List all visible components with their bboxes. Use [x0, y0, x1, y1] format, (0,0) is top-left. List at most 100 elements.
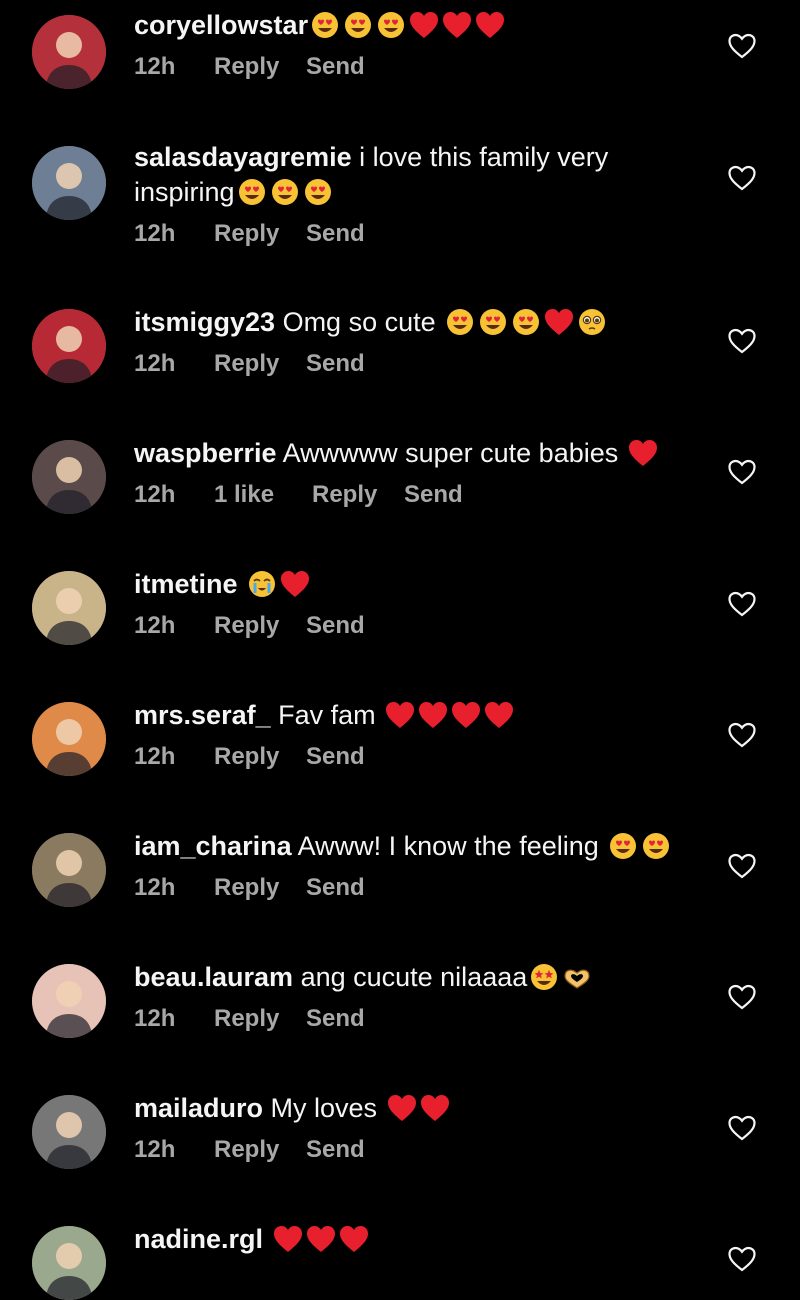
reply-button[interactable]: Reply — [214, 1005, 306, 1033]
username-link[interactable]: itsmiggy23 — [134, 307, 275, 337]
send-button[interactable]: Send — [306, 874, 365, 902]
comment-content: mailaduro My loves 12h Reply Send — [134, 1091, 714, 1164]
comment-meta: 12h Reply Send — [134, 612, 714, 640]
send-button[interactable]: Send — [404, 481, 463, 509]
comment-meta: 12h Reply Send — [134, 1005, 714, 1033]
send-button[interactable]: Send — [306, 1005, 365, 1033]
username-link[interactable]: itmetine — [134, 569, 238, 599]
avatar[interactable] — [32, 440, 106, 514]
like-heart-icon[interactable] — [726, 720, 758, 750]
comment-content: waspberrie Awwwww super cute babies 12h 1… — [134, 436, 714, 509]
comment-content: salasdayagremie i love this family very i… — [134, 140, 714, 248]
username-link[interactable]: beau.lauram — [134, 962, 293, 992]
reply-button[interactable]: Reply — [214, 1136, 306, 1164]
avatar[interactable] — [32, 1226, 106, 1300]
like-heart-icon[interactable] — [726, 851, 758, 881]
comment-text: Awww! I know the feeling — [291, 831, 607, 861]
username-link[interactable]: mailaduro — [134, 1093, 263, 1123]
send-button[interactable]: Send — [306, 220, 365, 248]
comment-content: itmetine 12h Reply Send — [134, 567, 714, 640]
avatar[interactable] — [32, 15, 106, 89]
red-heart-emoji-icon — [384, 700, 416, 730]
avatar[interactable] — [32, 702, 106, 776]
heart-eyes-emoji-icon — [640, 831, 672, 861]
timestamp: 12h — [134, 220, 176, 247]
comment-text — [238, 569, 246, 599]
timestamp: 12h — [134, 1005, 176, 1032]
avatar[interactable] — [32, 146, 106, 220]
comment-meta: 12h Reply Send — [134, 1136, 714, 1164]
heart-eyes-emoji-icon — [309, 10, 341, 40]
reply-button[interactable]: Reply — [214, 220, 306, 248]
red-heart-emoji-icon — [305, 1224, 337, 1254]
avatar[interactable] — [32, 309, 106, 383]
reply-button[interactable]: Reply — [214, 874, 306, 902]
reply-button[interactable]: Reply — [214, 350, 306, 378]
like-heart-icon[interactable] — [726, 457, 758, 487]
comment-text: Awwwww super cute babies — [276, 438, 626, 468]
send-button[interactable]: Send — [306, 743, 365, 771]
like-heart-icon[interactable] — [726, 326, 758, 356]
username-link[interactable]: iam_charina — [134, 831, 292, 861]
comment-text-line: beau.lauram ang cucute nilaaaa — [134, 960, 714, 995]
heart-eyes-emoji-icon — [477, 307, 509, 337]
avatar[interactable] — [32, 1095, 106, 1169]
like-heart-icon[interactable] — [726, 589, 758, 619]
heart-hands-emoji-icon — [561, 962, 593, 992]
like-heart-icon[interactable] — [726, 31, 758, 61]
avatar[interactable] — [32, 964, 106, 1038]
username-link[interactable]: mrs.seraf_ — [134, 700, 271, 730]
like-count[interactable]: 1 like — [214, 481, 312, 509]
red-heart-emoji-icon — [272, 1224, 304, 1254]
timestamp: 12h — [134, 53, 176, 80]
send-button[interactable]: Send — [306, 1136, 365, 1164]
reply-button[interactable]: Reply — [214, 743, 306, 771]
comment-content: coryellowstar 12h Reply Send — [134, 8, 714, 81]
comment-text — [263, 1224, 271, 1254]
timestamp: 12h — [134, 743, 176, 770]
comment-text-line: iam_charina Awww! I know the feeling — [134, 829, 714, 864]
comment-text-line: mrs.seraf_ Fav fam — [134, 698, 714, 733]
red-heart-emoji-icon — [441, 10, 473, 40]
heart-eyes-emoji-icon — [236, 177, 268, 207]
comment-text-line: waspberrie Awwwww super cute babies — [134, 436, 714, 471]
like-heart-icon[interactable] — [726, 163, 758, 193]
send-button[interactable]: Send — [306, 53, 365, 81]
comment-content: nadine.rgl — [134, 1222, 714, 1257]
reply-button[interactable]: Reply — [312, 481, 404, 509]
reply-button[interactable]: Reply — [214, 53, 306, 81]
like-heart-icon[interactable] — [726, 1244, 758, 1274]
avatar[interactable] — [32, 833, 106, 907]
comment-text-line: itsmiggy23 Omg so cute — [134, 305, 714, 340]
comment-content: iam_charina Awww! I know the feeling 12h… — [134, 829, 714, 902]
send-button[interactable]: Send — [306, 350, 365, 378]
like-heart-icon[interactable] — [726, 1113, 758, 1143]
heart-eyes-emoji-icon — [342, 10, 374, 40]
comment-meta: 12h Reply Send — [134, 743, 714, 771]
red-heart-emoji-icon — [450, 700, 482, 730]
comment-text-line: coryellowstar — [134, 8, 714, 43]
red-heart-emoji-icon — [386, 1093, 418, 1123]
avatar[interactable] — [32, 571, 106, 645]
comment-text: i love this family very — [351, 142, 609, 172]
red-heart-emoji-icon — [417, 700, 449, 730]
send-button[interactable]: Send — [306, 612, 365, 640]
comment-text-continued: inspiring — [134, 177, 235, 207]
username-link[interactable]: coryellowstar — [134, 10, 308, 40]
comment-meta: 12h Reply Send — [134, 53, 714, 81]
comment-meta: 12h 1 like Reply Send — [134, 481, 714, 509]
comment-content: beau.lauram ang cucute nilaaaa 12h Reply Se… — [134, 960, 714, 1033]
username-link[interactable]: salasdayagremie — [134, 142, 352, 172]
comment-meta: 12h Reply Send — [134, 874, 714, 902]
comment-text: Fav fam — [270, 700, 384, 730]
heart-eyes-emoji-icon — [444, 307, 476, 337]
username-link[interactable]: nadine.rgl — [134, 1224, 263, 1254]
heart-eyes-emoji-icon — [607, 831, 639, 861]
reply-button[interactable]: Reply — [214, 612, 306, 640]
like-heart-icon[interactable] — [726, 982, 758, 1012]
timestamp: 12h — [134, 874, 176, 901]
username-link[interactable]: waspberrie — [134, 438, 277, 468]
red-heart-emoji-icon — [408, 10, 440, 40]
comment-meta: 12h Reply Send — [134, 220, 714, 248]
comment-content: mrs.seraf_ Fav fam 12h Reply Send — [134, 698, 714, 771]
